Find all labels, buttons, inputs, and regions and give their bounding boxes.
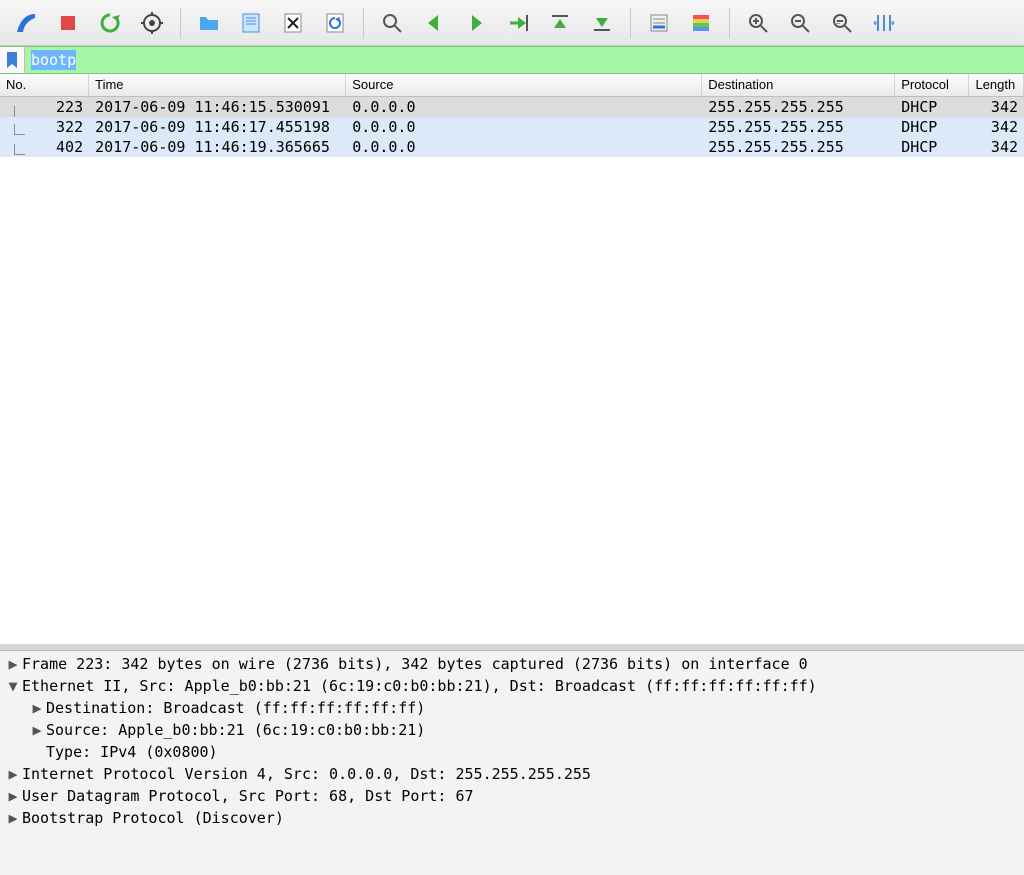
column-length[interactable]: Length: [969, 74, 1024, 96]
detail-row[interactable]: ▶Internet Protocol Version 4, Src: 0.0.0…: [0, 763, 1024, 785]
packet-cell: 0.0.0.0: [346, 138, 702, 156]
column-destination[interactable]: Destination: [702, 74, 895, 96]
go-back-icon[interactable]: [416, 4, 452, 42]
packet-cell: 342: [970, 118, 1024, 136]
detail-text: Source: Apple_b0:bb:21 (6c:19:c0:b0:bb:2…: [46, 719, 425, 741]
stop-capture-icon[interactable]: [50, 4, 86, 42]
packet-row[interactable]: 4022017-06-09 11:46:19.3656650.0.0.0255.…: [0, 137, 1024, 157]
detail-text: Type: IPv4 (0x0800): [46, 741, 218, 763]
goto-packet-icon[interactable]: [500, 4, 536, 42]
packet-details-pane[interactable]: ▶Frame 223: 342 bytes on wire (2736 bits…: [0, 650, 1024, 875]
packet-cell: DHCP: [895, 98, 969, 116]
tree-collapsed-icon[interactable]: ▶: [30, 719, 44, 741]
tree-collapsed-icon[interactable]: ▶: [6, 653, 20, 675]
svg-text:=: =: [836, 18, 841, 27]
toolbar-separator: [180, 8, 181, 38]
detail-text: Bootstrap Protocol (Discover): [22, 807, 284, 829]
column-time[interactable]: Time: [89, 74, 346, 96]
detail-row[interactable]: ▶User Datagram Protocol, Src Port: 68, D…: [0, 785, 1024, 807]
zoom-out-icon[interactable]: [782, 4, 818, 42]
resize-columns-icon[interactable]: [866, 4, 902, 42]
tree-collapsed-icon[interactable]: ▶: [30, 697, 44, 719]
close-file-icon[interactable]: [275, 4, 311, 42]
toolbar-separator: [729, 8, 730, 38]
filter-bookmark-icon[interactable]: [0, 47, 25, 73]
detail-row[interactable]: ▶Frame 223: 342 bytes on wire (2736 bits…: [0, 653, 1024, 675]
goto-last-icon[interactable]: [584, 4, 620, 42]
packet-cell: 255.255.255.255: [702, 98, 895, 116]
go-forward-icon[interactable]: [458, 4, 494, 42]
main-toolbar: =: [0, 0, 1024, 46]
capture-options-icon[interactable]: [134, 4, 170, 42]
packet-cell: DHCP: [895, 138, 969, 156]
packet-list-pane: No. Time Source Destination Protocol Len…: [0, 74, 1024, 650]
detail-text: Frame 223: 342 bytes on wire (2736 bits)…: [22, 653, 808, 675]
packet-cell: 255.255.255.255: [702, 138, 895, 156]
packet-cell: 2017-06-09 11:46:17.455198: [89, 118, 346, 136]
column-protocol[interactable]: Protocol: [895, 74, 969, 96]
detail-row[interactable]: ▶Source: Apple_b0:bb:21 (6c:19:c0:b0:bb:…: [0, 719, 1024, 741]
auto-scroll-icon[interactable]: [641, 4, 677, 42]
packet-row[interactable]: 2232017-06-09 11:46:15.5300910.0.0.0255.…: [0, 97, 1024, 117]
shark-fin-icon[interactable]: [8, 4, 44, 42]
zoom-in-icon[interactable]: [740, 4, 776, 42]
tree-collapsed-icon[interactable]: ▶: [6, 807, 20, 829]
goto-first-icon[interactable]: [542, 4, 578, 42]
find-icon[interactable]: [374, 4, 410, 42]
tree-collapsed-icon[interactable]: ▶: [6, 785, 20, 807]
packet-cell: 2017-06-09 11:46:15.530091: [89, 98, 346, 116]
tree-expanded-icon[interactable]: ▼: [6, 675, 20, 697]
packet-row[interactable]: 3222017-06-09 11:46:17.4551980.0.0.0255.…: [0, 117, 1024, 137]
column-no[interactable]: No.: [0, 74, 89, 96]
reload-file-icon[interactable]: [317, 4, 353, 42]
packet-list-body[interactable]: 2232017-06-09 11:46:15.5300910.0.0.0255.…: [0, 97, 1024, 644]
packet-cell: 2017-06-09 11:46:19.365665: [89, 138, 346, 156]
detail-row[interactable]: ▶Bootstrap Protocol (Discover): [0, 807, 1024, 829]
detail-row[interactable]: ▶Destination: Broadcast (ff:ff:ff:ff:ff:…: [0, 697, 1024, 719]
display-filter-text: bootp: [31, 50, 76, 70]
detail-text: Ethernet II, Src: Apple_b0:bb:21 (6c:19:…: [22, 675, 817, 697]
colorize-icon[interactable]: [683, 4, 719, 42]
toolbar-separator: [363, 8, 364, 38]
save-file-icon[interactable]: [233, 4, 269, 42]
packet-cell: DHCP: [895, 118, 969, 136]
column-source[interactable]: Source: [346, 74, 702, 96]
detail-text: Destination: Broadcast (ff:ff:ff:ff:ff:f…: [46, 697, 425, 719]
packet-cell: 342: [970, 138, 1024, 156]
display-filter-input[interactable]: bootp: [25, 47, 1024, 73]
packet-cell: 342: [970, 98, 1024, 116]
display-filter-bar: bootp: [0, 46, 1024, 74]
packet-cell: 0.0.0.0: [346, 98, 702, 116]
zoom-reset-icon[interactable]: =: [824, 4, 860, 42]
detail-text: Internet Protocol Version 4, Src: 0.0.0.…: [22, 763, 591, 785]
detail-text: User Datagram Protocol, Src Port: 68, Ds…: [22, 785, 474, 807]
tree-collapsed-icon[interactable]: ▶: [6, 763, 20, 785]
detail-row[interactable]: ▼Ethernet II, Src: Apple_b0:bb:21 (6c:19…: [0, 675, 1024, 697]
restart-capture-icon[interactable]: [92, 4, 128, 42]
open-folder-icon[interactable]: [191, 4, 227, 42]
detail-row[interactable]: Type: IPv4 (0x0800): [0, 741, 1024, 763]
packet-cell: 0.0.0.0: [346, 118, 702, 136]
packet-list-header[interactable]: No. Time Source Destination Protocol Len…: [0, 74, 1024, 97]
toolbar-separator: [630, 8, 631, 38]
packet-cell: 255.255.255.255: [702, 118, 895, 136]
